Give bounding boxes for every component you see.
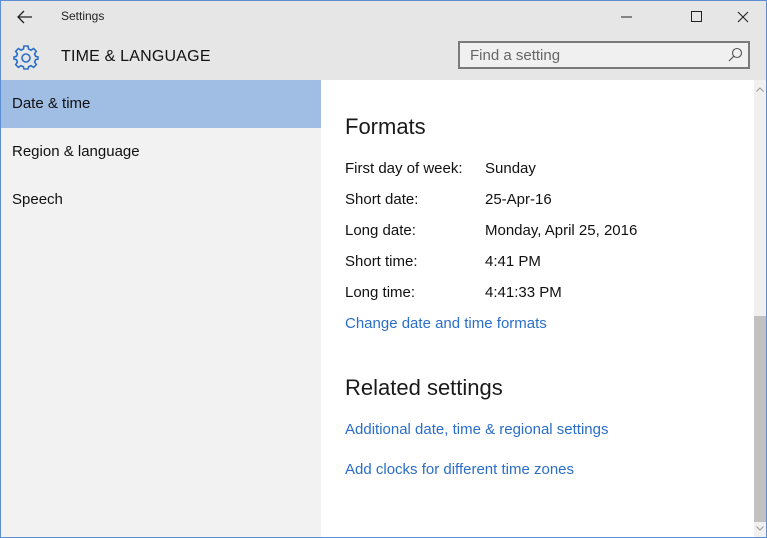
back-button[interactable] — [11, 5, 39, 29]
format-label: Short time: — [345, 253, 418, 270]
title-bar: Settings — [1, 1, 766, 33]
close-button[interactable] — [720, 1, 766, 33]
format-label: Long date: — [345, 222, 416, 239]
sidebar-item-region-language[interactable]: Region & language — [1, 128, 321, 176]
scroll-up-button[interactable] — [754, 82, 766, 96]
format-label: Long time: — [345, 284, 416, 301]
app-title: Settings — [61, 9, 105, 23]
maximize-button[interactable] — [674, 1, 720, 33]
sidebar-nav: Date & time Region & language Speech — [1, 80, 321, 537]
search-icon[interactable] — [726, 46, 744, 64]
page-header: TIME & LANGUAGE — [1, 33, 766, 80]
formats-heading: Formats — [345, 114, 426, 139]
scroll-down-button[interactable] — [754, 521, 766, 535]
sidebar-item-date-time[interactable]: Date & time — [1, 80, 321, 128]
vertical-scrollbar[interactable] — [754, 80, 766, 537]
chevron-up-icon — [756, 86, 764, 92]
sidebar-item-label: Speech — [12, 191, 63, 208]
format-label: Short date: — [345, 191, 419, 208]
format-value: Sunday — [485, 160, 536, 177]
maximize-icon — [691, 11, 702, 22]
minimize-icon — [621, 16, 632, 18]
related-settings-heading: Related settings — [345, 375, 503, 400]
format-value: 25-Apr-16 — [485, 191, 552, 208]
search-box[interactable] — [458, 41, 750, 69]
gear-icon — [13, 45, 39, 70]
settings-window: Settings TIME & LANGUAGE Find a setting … — [0, 0, 767, 538]
change-formats-link[interactable]: Change date and time formats — [345, 315, 547, 332]
chevron-down-icon — [756, 525, 764, 531]
close-icon — [737, 11, 749, 23]
sidebar-item-speech[interactable]: Speech — [1, 176, 321, 224]
add-clocks-link[interactable]: Add clocks for different time zones — [345, 461, 574, 478]
format-value: Monday, April 25, 2016 — [485, 222, 638, 239]
scroll-thumb[interactable] — [754, 316, 766, 522]
format-value: 4:41 PM — [485, 253, 541, 270]
minimize-button[interactable] — [604, 1, 650, 33]
main-content: Formats First day of week: Sunday Short … — [321, 80, 754, 537]
additional-regional-settings-link[interactable]: Additional date, time & regional setting… — [345, 421, 609, 438]
format-value: 4:41:33 PM — [485, 284, 562, 301]
sidebar-item-label: Region & language — [12, 143, 140, 160]
back-arrow-icon — [17, 10, 32, 24]
search-input[interactable] — [460, 43, 730, 67]
sidebar-item-label: Date & time — [12, 95, 91, 112]
section-title: TIME & LANGUAGE — [61, 48, 211, 65]
format-label: First day of week: — [345, 160, 463, 177]
